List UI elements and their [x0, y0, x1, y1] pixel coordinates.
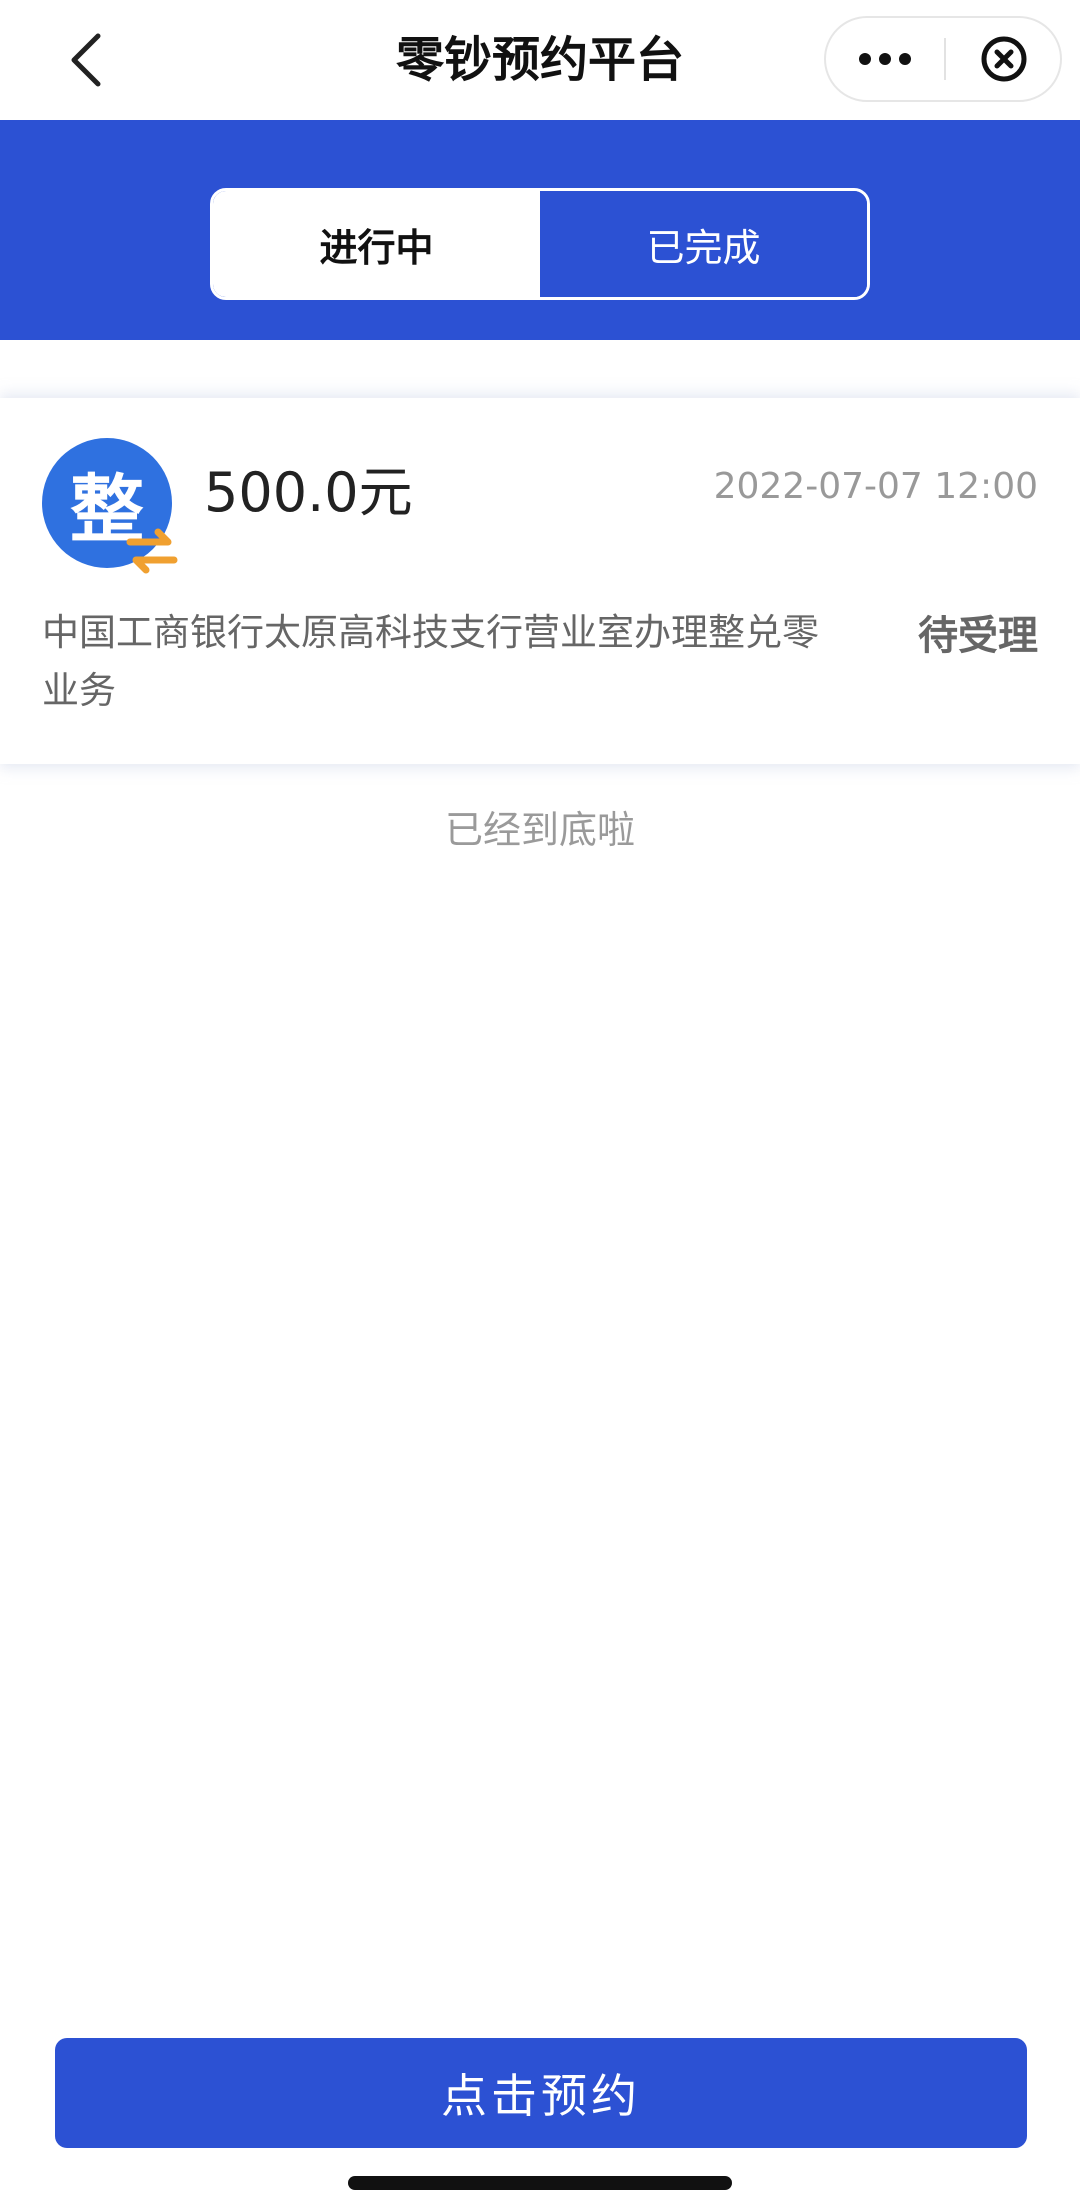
navigation-bar: 零钞预约平台	[0, 0, 1080, 121]
appointment-amount: 500.0元	[204, 461, 413, 524]
exchange-badge-icon: 整	[42, 438, 182, 578]
more-button[interactable]	[826, 18, 944, 100]
mini-program-capsule	[824, 16, 1062, 102]
close-button[interactable]	[946, 18, 1062, 100]
appointment-datetime: 2022-07-07 12:00	[713, 466, 1038, 507]
close-circle-icon	[981, 36, 1027, 82]
swap-arrows-icon	[126, 528, 178, 574]
appointment-description: 中国工商银行太原高科技支行营业室办理整兑零业务	[42, 611, 819, 712]
tab-banner: 进行中 已完成	[0, 120, 1080, 340]
tab-completed[interactable]: 已完成	[540, 191, 867, 297]
home-indicator	[348, 2176, 732, 2190]
list-end-text: 已经到底啦	[444, 808, 635, 852]
status-tabs: 进行中 已完成	[210, 188, 870, 300]
appointment-card[interactable]: 整 500.0元 2022-07-07 12:00 中国工商银行太原高科技支行营…	[0, 398, 1080, 764]
book-appointment-button[interactable]: 点击预约	[55, 2038, 1027, 2148]
status-badge: 待受理	[918, 613, 1038, 659]
tab-in-progress[interactable]: 进行中	[213, 191, 540, 297]
more-dots-icon	[859, 53, 911, 65]
